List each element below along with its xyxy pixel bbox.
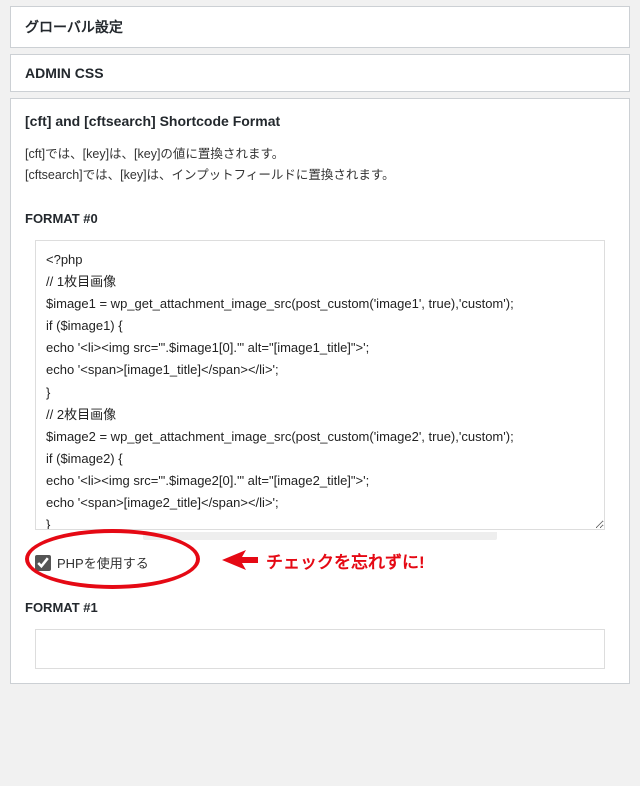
annotation-text: チェックを忘れずに!	[266, 548, 425, 573]
format-1-label: FORMAT #1	[25, 600, 615, 615]
annotation-callout: チェックを忘れずに!	[220, 547, 425, 573]
admin-css-title: ADMIN CSS	[25, 65, 104, 81]
use-php-row: PHPを使用する チェックを忘れずに!	[35, 553, 605, 572]
admin-css-header[interactable]: ADMIN CSS	[10, 54, 630, 92]
use-php-checkbox[interactable]	[35, 555, 51, 571]
pointing-hand-icon	[220, 547, 260, 573]
shortcode-desc-1: [cft]では、[key]は、[key]の値に置換されます。	[25, 143, 615, 162]
format-1-textarea[interactable]	[35, 629, 605, 669]
global-settings-title: グローバル設定	[25, 19, 123, 35]
resize-handle-icon[interactable]	[143, 532, 497, 540]
shortcode-format-panel: [cft] and [cftsearch] Shortcode Format […	[10, 98, 630, 684]
format-1-code-wrap	[25, 629, 615, 669]
use-php-label[interactable]: PHPを使用する	[57, 553, 149, 572]
format-0-label: FORMAT #0	[25, 211, 615, 226]
format-0-code-wrap	[25, 240, 615, 533]
shortcode-desc-2: [cftsearch]では、[key]は、インプットフィールドに置換されます。	[25, 164, 615, 183]
global-settings-header[interactable]: グローバル設定	[10, 6, 630, 48]
shortcode-format-title: [cft] and [cftsearch] Shortcode Format	[25, 113, 615, 129]
format-0-textarea[interactable]	[35, 240, 605, 530]
